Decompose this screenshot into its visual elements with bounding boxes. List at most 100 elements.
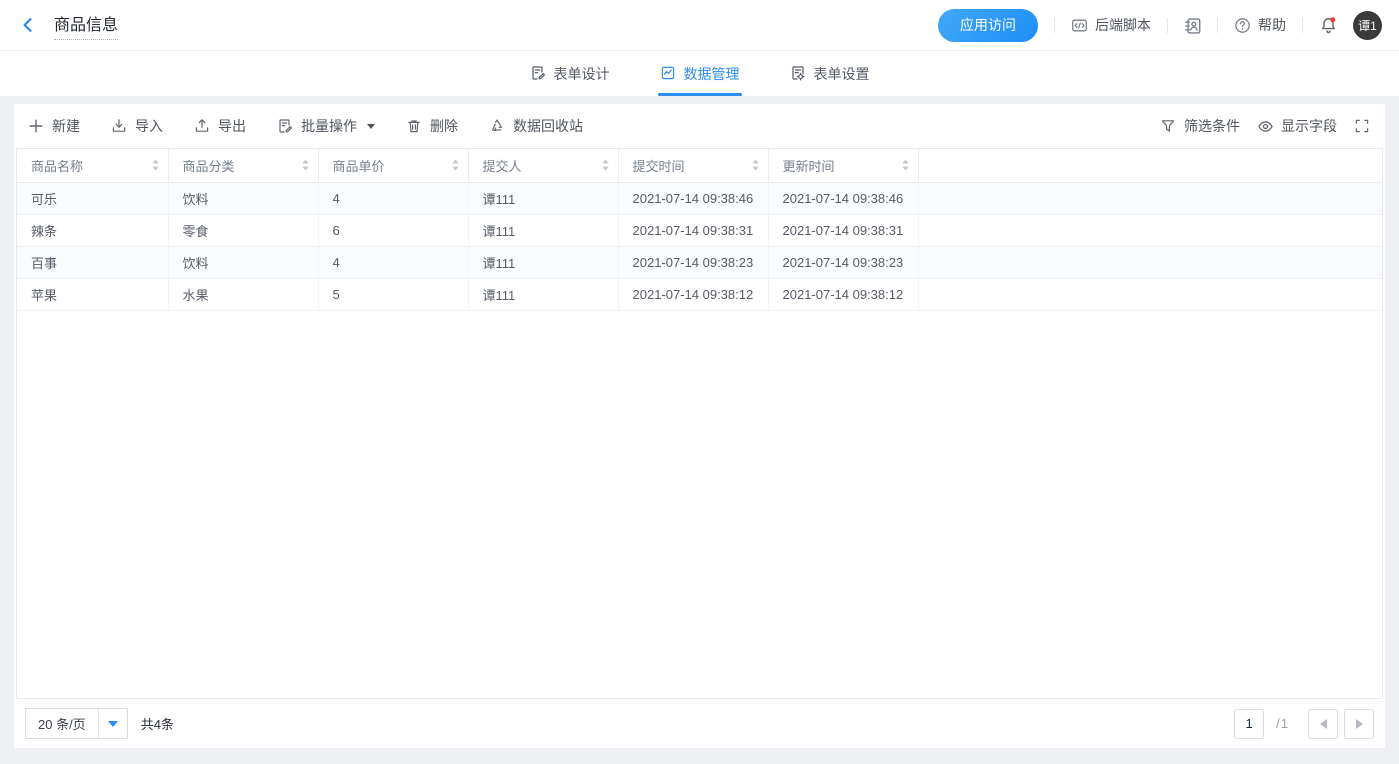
topbar: 商品信息 应用访问 后端脚本 帮助 谭 (0, 0, 1399, 51)
cell-product-name: 百事 (17, 246, 168, 278)
cell-update-time: 2021-07-14 09:38:23 (768, 246, 918, 278)
header-row: 商品名称 商品分类 商品单价 提交人 提交时间 更新时间 (17, 149, 1382, 182)
table-row[interactable]: 辣条 零食 6 谭111 2021-07-14 09:38:31 2021-07… (17, 214, 1382, 246)
chevron-left-icon (19, 16, 37, 34)
import-button[interactable]: 导入 (111, 116, 163, 136)
app-access-button[interactable]: 应用访问 (938, 9, 1038, 42)
tab-data-manage[interactable]: 数据管理 (658, 51, 742, 96)
new-button[interactable]: 新建 (28, 116, 80, 136)
tabbar: 表单设计 数据管理 表单设置 (0, 51, 1399, 96)
tab-form-settings[interactable]: 表单设置 (788, 51, 872, 96)
page-size-value: 20 条/页 (26, 709, 98, 738)
cell-submitter: 谭111 (468, 182, 618, 214)
tab-label: 数据管理 (684, 64, 740, 84)
export-button[interactable]: 导出 (194, 116, 246, 136)
fullscreen-button[interactable] (1354, 118, 1371, 135)
toolbar-right: 筛选条件 显示字段 (1143, 116, 1371, 136)
next-page-button[interactable] (1344, 709, 1374, 739)
column-header-submit-time[interactable]: 提交时间 (618, 149, 768, 182)
cell-filler (918, 182, 1382, 214)
page-title[interactable]: 商品信息 (54, 11, 118, 40)
divider (1054, 18, 1055, 33)
cell-unit-price: 6 (318, 214, 468, 246)
pager: 1 /1 (1234, 709, 1374, 739)
sort-icon[interactable] (301, 158, 310, 172)
display-fields-label: 显示字段 (1281, 116, 1337, 136)
cell-filler (918, 246, 1382, 278)
cell-product-category: 饮料 (168, 246, 318, 278)
cell-submitter: 谭111 (468, 278, 618, 310)
cell-submitter: 谭111 (468, 246, 618, 278)
divider (1302, 18, 1303, 33)
recycle-icon (489, 118, 506, 135)
sort-icon[interactable] (901, 158, 910, 172)
backend-script-button[interactable]: 后端脚本 (1071, 15, 1151, 35)
funnel-icon (1160, 118, 1177, 135)
new-label: 新建 (52, 116, 80, 136)
table-row[interactable]: 百事 饮料 4 谭111 2021-07-14 09:38:23 2021-07… (17, 246, 1382, 278)
back-button[interactable] (17, 14, 39, 36)
page-size-select[interactable]: 20 条/页 (25, 708, 128, 739)
plus-icon (28, 118, 45, 135)
divider (1167, 18, 1168, 33)
sort-icon[interactable] (151, 158, 160, 172)
chart-line-icon (660, 65, 677, 82)
column-header-product-name[interactable]: 商品名称 (17, 149, 168, 182)
table-toolbar: 新建 导入 导出 批量操作 删除 (14, 104, 1385, 148)
recycle-bin-button[interactable]: 数据回收站 (489, 116, 583, 136)
cell-product-category: 零食 (168, 214, 318, 246)
cell-product-category: 水果 (168, 278, 318, 310)
sort-icon[interactable] (601, 158, 610, 172)
cell-unit-price: 5 (318, 278, 468, 310)
cell-submit-time: 2021-07-14 09:38:46 (618, 182, 768, 214)
triangle-left-icon (1320, 719, 1327, 729)
sort-icon[interactable] (751, 158, 760, 172)
column-header-unit-price[interactable]: 商品单价 (318, 149, 468, 182)
delete-button[interactable]: 删除 (406, 116, 458, 136)
total-pages-label: /1 (1276, 716, 1289, 731)
sort-icon[interactable] (451, 158, 460, 172)
pagination-bar: 20 条/页 共4条 1 /1 (14, 699, 1385, 748)
current-page-input[interactable]: 1 (1234, 709, 1264, 739)
fullscreen-icon (1354, 118, 1371, 135)
tab-label: 表单设置 (814, 64, 870, 84)
document-gear-icon (790, 65, 807, 82)
backend-script-label: 后端脚本 (1095, 15, 1151, 35)
table-row[interactable]: 苹果 水果 5 谭111 2021-07-14 09:38:12 2021-07… (17, 278, 1382, 310)
batch-operations-button[interactable]: 批量操作 (277, 116, 375, 136)
data-table-container: 商品名称 商品分类 商品单价 提交人 提交时间 更新时间 可乐 饮料 4 谭11… (16, 148, 1383, 699)
notification-badge (1330, 17, 1335, 22)
table-row[interactable]: 可乐 饮料 4 谭111 2021-07-14 09:38:46 2021-07… (17, 182, 1382, 214)
display-fields-button[interactable]: 显示字段 (1257, 116, 1337, 136)
cell-submit-time: 2021-07-14 09:38:31 (618, 214, 768, 246)
prev-page-button[interactable] (1308, 709, 1338, 739)
avatar[interactable]: 谭1 (1353, 11, 1382, 40)
filter-button[interactable]: 筛选条件 (1160, 116, 1240, 136)
column-header-submitter[interactable]: 提交人 (468, 149, 618, 182)
cell-unit-price: 4 (318, 246, 468, 278)
document-pencil-icon (277, 118, 294, 135)
cell-product-name: 苹果 (17, 278, 168, 310)
tab-form-design[interactable]: 表单设计 (528, 51, 612, 96)
eye-icon (1257, 118, 1274, 135)
address-book-icon (1184, 17, 1201, 34)
total-count: 共4条 (141, 714, 174, 733)
import-icon (111, 118, 128, 135)
data-manage-panel: 新建 导入 导出 批量操作 删除 (14, 104, 1385, 748)
cell-filler (918, 214, 1382, 246)
delete-label: 删除 (430, 116, 458, 136)
cell-submit-time: 2021-07-14 09:38:12 (618, 278, 768, 310)
column-header-update-time[interactable]: 更新时间 (768, 149, 918, 182)
export-label: 导出 (218, 116, 246, 136)
cell-product-name: 辣条 (17, 214, 168, 246)
column-header-filler (918, 149, 1382, 182)
address-book-button[interactable] (1184, 17, 1201, 34)
cell-update-time: 2021-07-14 09:38:12 (768, 278, 918, 310)
question-circle-icon (1234, 17, 1251, 34)
trash-icon (406, 118, 423, 135)
column-header-product-category[interactable]: 商品分类 (168, 149, 318, 182)
notification-button[interactable] (1319, 16, 1338, 35)
code-brackets-icon (1071, 17, 1088, 34)
recycle-bin-label: 数据回收站 (513, 116, 583, 136)
help-button[interactable]: 帮助 (1234, 15, 1286, 35)
